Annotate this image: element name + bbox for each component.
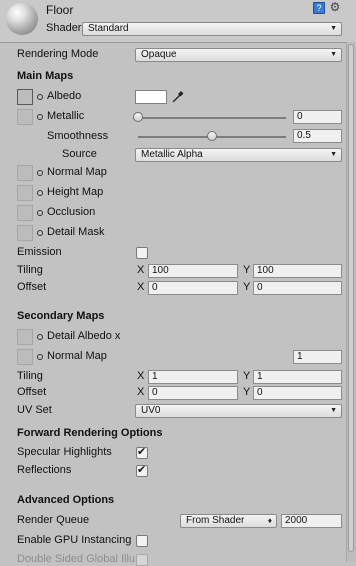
shader-label: Shader <box>46 22 82 34</box>
metallic-slider-knob[interactable] <box>133 112 143 122</box>
albedo-label: Albedo <box>47 90 82 102</box>
metallic-slider-track[interactable] <box>138 117 286 119</box>
uv-set-label: UV Set <box>17 404 52 416</box>
secondary-tiling-x-axis-label: X <box>137 370 145 382</box>
tiling-y-field[interactable]: 100 <box>253 264 342 278</box>
offset-y-field[interactable]: 0 <box>253 281 342 295</box>
offset-y-axis-label: Y <box>243 281 251 293</box>
detail-normal-map-picker-dot-icon[interactable] <box>37 354 43 360</box>
shader-dropdown[interactable]: Standard ▼ <box>82 22 342 36</box>
metallic-texture-slot[interactable] <box>17 109 33 125</box>
secondary-offset-y-axis-label: Y <box>243 386 251 398</box>
metallic-picker-dot-icon[interactable] <box>37 114 43 120</box>
albedo-texture-slot[interactable] <box>17 89 33 105</box>
normal-map-label: Normal Map <box>47 166 107 178</box>
forward-rendering-heading: Forward Rendering Options <box>17 427 163 439</box>
metallic-value-field[interactable]: 0 <box>293 110 342 124</box>
scrollbar-thumb[interactable] <box>348 44 354 552</box>
smoothness-slider-knob[interactable] <box>207 131 217 141</box>
gpu-instancing-checkbox[interactable] <box>136 535 148 547</box>
tiling-label: Tiling <box>17 264 43 276</box>
secondary-offset-x-field[interactable]: 0 <box>148 386 238 400</box>
smoothness-value-field[interactable]: 0.5 <box>293 129 342 143</box>
chevron-down-icon: ▼ <box>330 25 337 32</box>
specular-highlights-label: Specular Highlights <box>17 446 112 458</box>
occlusion-label: Occlusion <box>47 206 96 218</box>
detail-normal-map-label: Normal Map <box>47 350 107 362</box>
secondary-offset-x-axis-label: X <box>137 386 145 398</box>
offset-label: Offset <box>17 281 47 293</box>
source-dropdown-value: Metallic Alpha <box>141 149 203 160</box>
double-sided-gi-label: Double Sided Global Illumination <box>17 553 135 565</box>
normal-map-texture-slot[interactable] <box>17 165 33 181</box>
height-map-label: Height Map <box>47 186 104 198</box>
rendering-mode-label: Rendering Mode <box>17 48 99 60</box>
inspector-scrollbar[interactable] <box>346 42 356 562</box>
source-label: Source <box>62 148 97 160</box>
height-map-picker-dot-icon[interactable] <box>37 190 43 196</box>
secondary-offset-y-field[interactable]: 0 <box>253 386 342 400</box>
material-preview-sphere[interactable] <box>6 3 38 35</box>
book-help-icon[interactable]: ? <box>313 2 325 14</box>
secondary-offset-label: Offset <box>17 386 47 398</box>
tiling-x-field[interactable]: 100 <box>148 264 238 278</box>
checkmark-icon: ✔ <box>137 446 147 458</box>
albedo-color-swatch[interactable] <box>135 90 167 104</box>
occlusion-picker-dot-icon[interactable] <box>37 210 43 216</box>
rendering-mode-value: Opaque <box>141 49 177 60</box>
uv-set-value: UV0 <box>141 405 161 416</box>
chevron-down-icon: ▼ <box>330 151 337 158</box>
main-maps-heading: Main Maps <box>17 70 74 82</box>
checkmark-icon: ✔ <box>137 464 147 476</box>
specular-highlights-checkbox[interactable]: ✔ <box>136 446 148 459</box>
detail-albedo-label: Detail Albedo x <box>47 330 121 342</box>
detail-mask-texture-slot[interactable] <box>17 225 33 241</box>
shader-dropdown-value: Standard <box>88 23 129 34</box>
offset-x-axis-label: X <box>137 281 145 293</box>
eyedropper-icon[interactable] <box>171 89 185 103</box>
advanced-options-heading: Advanced Options <box>17 494 115 506</box>
occlusion-texture-slot[interactable] <box>17 205 33 221</box>
emission-checkbox[interactable] <box>136 247 148 259</box>
gear-icon[interactable]: ⚙ <box>329 1 341 14</box>
detail-normal-map-texture-slot[interactable] <box>17 349 33 365</box>
secondary-tiling-y-field[interactable]: 1 <box>253 370 342 384</box>
render-queue-label: Render Queue <box>17 514 90 526</box>
source-dropdown[interactable]: Metallic Alpha ▼ <box>135 148 342 162</box>
material-name: Floor <box>46 3 74 17</box>
detail-mask-label: Detail Mask <box>47 226 105 238</box>
detail-mask-picker-dot-icon[interactable] <box>37 230 43 236</box>
render-queue-value-field[interactable]: 2000 <box>281 514 342 528</box>
chevron-down-icon: ▼ <box>330 51 337 58</box>
tiling-x-axis-label: X <box>137 264 145 276</box>
emission-label: Emission <box>17 246 62 258</box>
detail-normal-scale-field[interactable]: 1 <box>293 350 342 364</box>
offset-x-field[interactable]: 0 <box>148 281 238 295</box>
chevron-down-icon: ▼ <box>330 407 337 414</box>
secondary-tiling-y-axis-label: Y <box>243 370 251 382</box>
reflections-label: Reflections <box>17 464 72 476</box>
normal-map-picker-dot-icon[interactable] <box>37 170 43 176</box>
albedo-picker-dot-icon[interactable] <box>37 94 43 100</box>
render-queue-mode-value: From Shader <box>186 515 245 526</box>
tiling-y-axis-label: Y <box>243 264 251 276</box>
secondary-maps-heading: Secondary Maps <box>17 310 105 322</box>
material-header: Floor Shader Standard ▼ ? ⚙ <box>0 0 356 43</box>
reflections-checkbox[interactable]: ✔ <box>136 464 148 477</box>
updown-arrows-icon: ♦ <box>267 516 272 525</box>
detail-albedo-texture-slot[interactable] <box>17 329 33 345</box>
render-queue-mode-dropdown[interactable]: From Shader ♦ <box>180 514 277 528</box>
metallic-label: Metallic <box>47 110 85 122</box>
rendering-mode-dropdown[interactable]: Opaque ▼ <box>135 48 342 62</box>
gpu-instancing-label: Enable GPU Instancing <box>17 534 132 546</box>
detail-albedo-picker-dot-icon[interactable] <box>37 334 43 340</box>
secondary-tiling-label: Tiling <box>17 370 43 382</box>
double-sided-gi-checkbox <box>136 554 148 566</box>
secondary-tiling-x-field[interactable]: 1 <box>148 370 238 384</box>
height-map-texture-slot[interactable] <box>17 185 33 201</box>
smoothness-label: Smoothness <box>47 130 109 142</box>
uv-set-dropdown[interactable]: UV0 ▼ <box>135 404 342 418</box>
